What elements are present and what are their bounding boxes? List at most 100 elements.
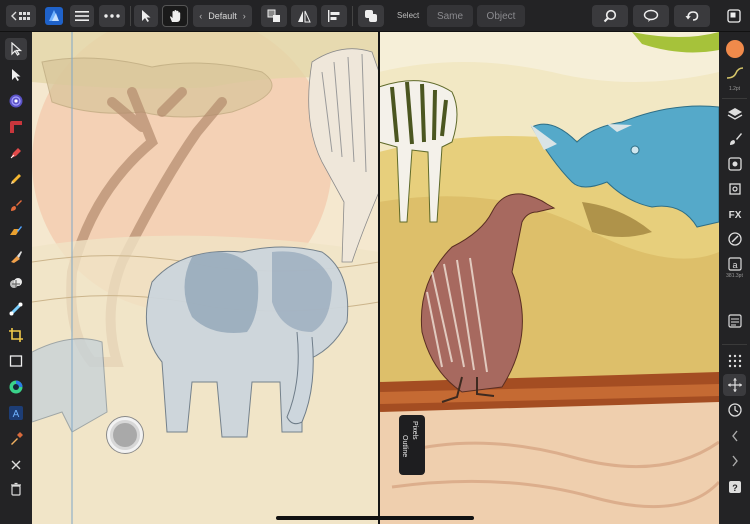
svg-text:?: ? <box>732 483 738 493</box>
fill-tool[interactable] <box>5 220 27 242</box>
vector-brush-tool[interactable] <box>5 194 27 216</box>
more-button[interactable] <box>99 5 125 27</box>
svg-text:A: A <box>13 409 20 420</box>
color-wheel-icon <box>9 380 23 394</box>
corner-tool-icon <box>10 121 22 133</box>
pen-tool[interactable] <box>5 142 27 164</box>
gradient-tool-icon <box>9 302 23 316</box>
boolean-operations-button[interactable] <box>358 5 384 27</box>
undo-button[interactable] <box>674 5 710 27</box>
shape-builder-tool[interactable] <box>5 272 27 294</box>
ellipsis-icon <box>104 14 120 18</box>
text-tool[interactable]: A <box>5 402 27 424</box>
close-icon <box>11 460 21 470</box>
tools-panel: A <box>0 32 32 524</box>
arrange-icon <box>267 9 280 22</box>
contour-tool-icon <box>9 94 23 108</box>
outline-tree-canopy <box>41 57 273 118</box>
document-canvas[interactable]: Pixels Outline <box>32 32 719 524</box>
stock-studio-button[interactable] <box>723 310 746 332</box>
history-button[interactable] <box>723 399 746 421</box>
navigator-button[interactable] <box>723 374 746 396</box>
help-button[interactable]: ? <box>723 476 746 498</box>
eyedropper-tool[interactable] <box>5 428 27 450</box>
affinity-designer-icon <box>45 7 63 25</box>
select-same-button[interactable]: Same <box>427 5 473 27</box>
outline-mode-label: Outline <box>401 435 408 458</box>
cursor-arrow-icon <box>142 10 151 22</box>
styles-studio-button[interactable] <box>723 228 746 250</box>
chevron-right-icon[interactable]: › <box>243 11 246 21</box>
move-tool[interactable] <box>5 38 27 60</box>
node-tool[interactable] <box>5 64 27 86</box>
stroke-studio-button[interactable] <box>723 62 746 84</box>
svg-text:a: a <box>732 260 737 270</box>
move-tool-toggle[interactable] <box>134 5 158 27</box>
assistant-icon <box>643 9 659 22</box>
pencil-tool[interactable] <box>5 168 27 190</box>
stroke-curve-icon <box>726 67 743 79</box>
flip-icon <box>298 10 311 23</box>
svg-text:FX: FX <box>728 210 741 221</box>
eyedropper-icon <box>11 432 23 445</box>
grid-dots-icon <box>728 354 741 368</box>
color-picker-tool[interactable] <box>5 376 27 398</box>
snapping-button[interactable] <box>723 350 746 372</box>
boolean-add-icon <box>365 10 377 22</box>
panel-divider <box>722 344 747 345</box>
split-view-handle[interactable]: Pixels Outline <box>399 415 425 475</box>
transform-studio-button[interactable] <box>723 178 746 200</box>
appearance-icon <box>727 157 742 171</box>
text-style-icon: a <box>727 257 742 271</box>
hamburger-icon <box>75 11 89 21</box>
close-tool-button[interactable] <box>5 454 27 476</box>
transparency-tool[interactable] <box>5 246 27 268</box>
layers-studio-button[interactable] <box>723 103 746 125</box>
shape-builder-icon <box>10 278 22 288</box>
chevron-left-icon[interactable]: ‹ <box>199 11 202 21</box>
move-tool-icon <box>11 42 22 56</box>
view-tool-toggle[interactable] <box>162 5 188 27</box>
pen-tool-icon <box>10 148 21 159</box>
stock-icon <box>727 314 742 328</box>
arrange-button[interactable] <box>261 5 287 27</box>
color-studio-button[interactable] <box>723 38 746 60</box>
undo-icon <box>685 11 699 21</box>
home-indicator[interactable] <box>276 516 474 520</box>
effects-studio-button[interactable]: FX <box>723 203 746 225</box>
text-studio-button[interactable]: a <box>723 253 746 275</box>
flip-button[interactable] <box>291 5 317 27</box>
appearance-studio-button[interactable] <box>723 153 746 175</box>
delete-button[interactable] <box>5 478 27 500</box>
stroke-width-caption: 1.2pt <box>728 86 741 92</box>
collapse-left-button[interactable] <box>723 425 746 447</box>
crop-tool[interactable] <box>5 324 27 346</box>
help-icon: ? <box>728 481 741 493</box>
align-button[interactable] <box>321 5 347 27</box>
gradient-tool[interactable] <box>5 298 27 320</box>
rectangle-tool[interactable] <box>5 350 27 372</box>
outline-small-animal <box>32 338 108 433</box>
style-preset-selector[interactable]: ‹ Default › <box>193 5 252 27</box>
collapse-right-button[interactable] <box>723 450 746 472</box>
vector-brush-icon <box>11 200 22 211</box>
toolbar-divider <box>352 6 353 26</box>
app-logo-button[interactable] <box>43 5 65 27</box>
fullscreen-button[interactable] <box>724 5 744 27</box>
contour-tool[interactable] <box>5 90 27 112</box>
styles-icon <box>727 232 742 246</box>
zoom-button[interactable] <box>592 5 628 27</box>
align-left-icon <box>328 10 340 22</box>
select-object-button[interactable]: Object <box>477 5 525 27</box>
fill-tool-icon <box>10 226 22 235</box>
quick-menu-button[interactable] <box>107 417 143 453</box>
select-label: Select <box>397 11 420 20</box>
documents-button[interactable] <box>6 5 36 27</box>
crosshair-move-icon <box>727 378 742 392</box>
menu-button[interactable] <box>70 5 94 27</box>
assistant-button[interactable] <box>633 5 669 27</box>
brushes-studio-button[interactable] <box>723 128 746 150</box>
rectangle-icon <box>9 355 23 367</box>
rhino-eye <box>630 145 640 155</box>
corner-tool[interactable] <box>5 116 27 138</box>
